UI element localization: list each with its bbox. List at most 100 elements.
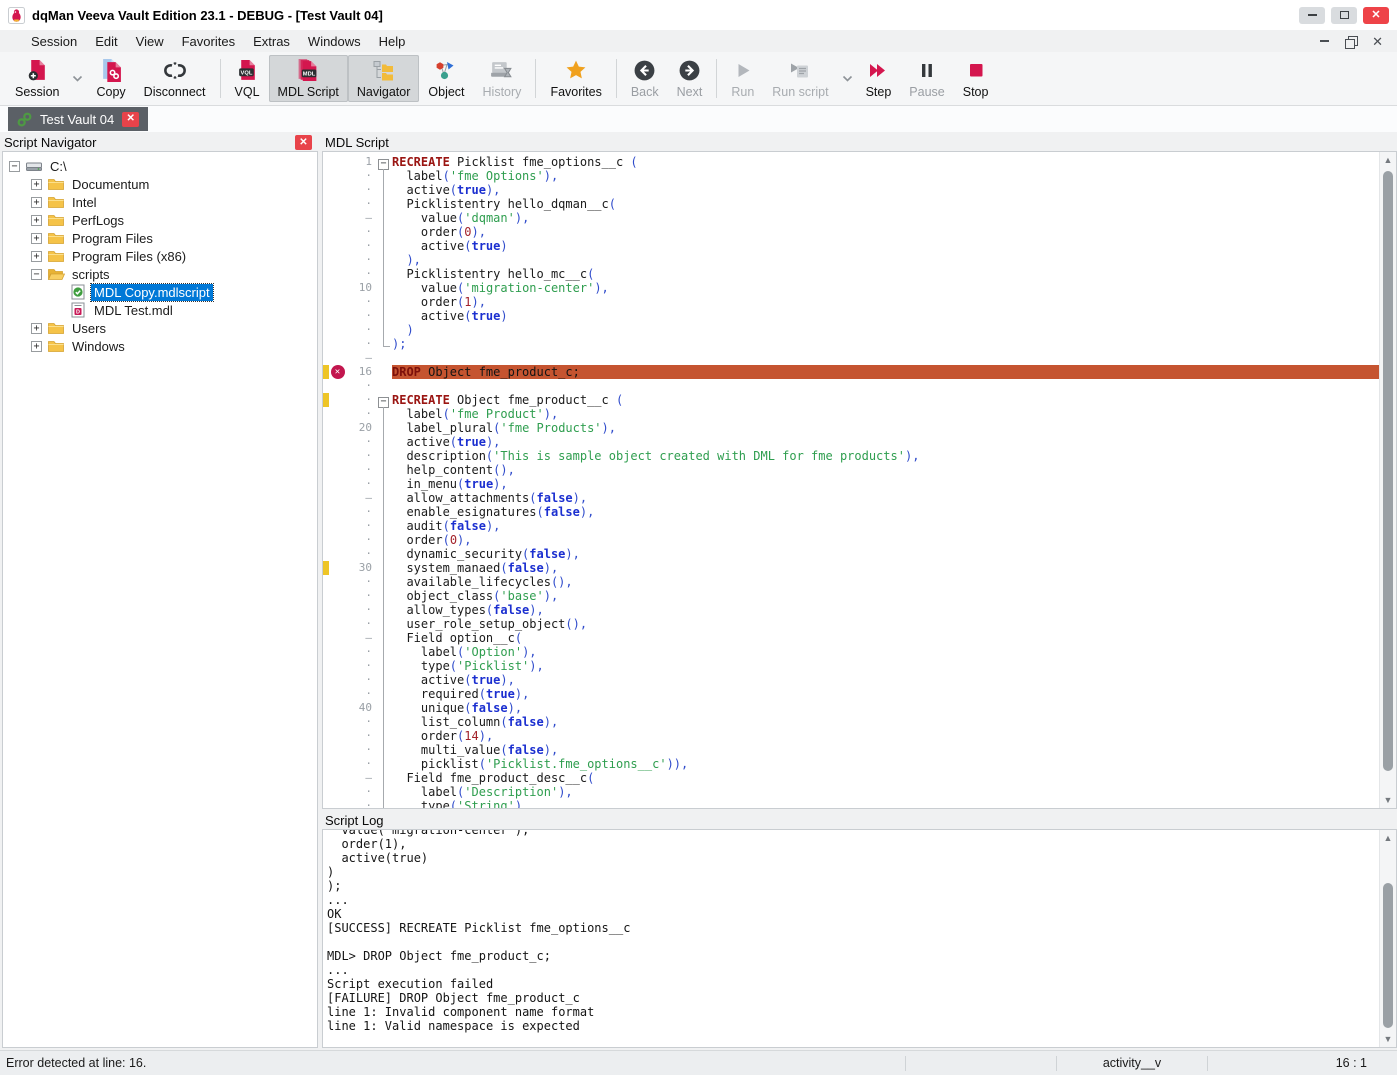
tree-expander-plus-icon[interactable]: + <box>31 341 42 352</box>
tree-expander-plus-icon[interactable]: + <box>31 197 42 208</box>
code-line[interactable]: · help_content(), <box>323 463 1379 477</box>
maximize-button[interactable] <box>1331 7 1357 24</box>
tree-expander-minus-icon[interactable]: − <box>31 269 42 280</box>
tab-close-button[interactable]: ✕ <box>122 112 139 127</box>
menu-windows[interactable]: Windows <box>299 32 370 51</box>
code-line[interactable]: · Picklistentry hello_dqman__c( <box>323 197 1379 211</box>
toolbar-button-mdl-script[interactable]: MDLMDL Script <box>269 55 348 102</box>
editor-scrollbar[interactable]: ▲ ▼ <box>1379 152 1396 808</box>
menu-view[interactable]: View <box>127 32 173 51</box>
code-line[interactable]: · list_column(false), <box>323 715 1379 729</box>
mdi-close-button[interactable]: ✕ <box>1372 35 1383 48</box>
toolbar-button-favorites[interactable]: Favorites <box>541 55 610 102</box>
code-line[interactable]: – value('dqman'), <box>323 211 1379 225</box>
code-line-error[interactable]: ✕16DROP Object fme_product_c; <box>323 365 1379 379</box>
mdi-minimize-button[interactable] <box>1320 40 1329 42</box>
tree-item-documentum[interactable]: +Documentum <box>3 175 317 193</box>
scroll-down-icon[interactable]: ▼ <box>1380 1031 1396 1047</box>
code-line[interactable]: · allow_types(false), <box>323 603 1379 617</box>
tree-item-perflogs[interactable]: +PerfLogs <box>3 211 317 229</box>
tree-expander-plus-icon[interactable]: + <box>31 179 42 190</box>
menu-edit[interactable]: Edit <box>86 32 126 51</box>
code-line[interactable]: · active(true), <box>323 183 1379 197</box>
code-line[interactable]: 30 system_manaed(false), <box>323 561 1379 575</box>
tree-item-mdl-test-mdl[interactable]: DMDL Test.mdl <box>3 301 317 319</box>
code-line[interactable]: · order(1), <box>323 295 1379 309</box>
code-line[interactable]: · order(0), <box>323 225 1379 239</box>
log-scrollbar[interactable]: ▲ ▼ <box>1379 830 1396 1047</box>
code-line[interactable]: · picklist('Picklist.fme_options__c')), <box>323 757 1379 771</box>
code-line[interactable]: · <box>323 379 1379 393</box>
tree-item-mdl-copy-mdlscript[interactable]: MDL Copy.mdlscript <box>3 283 317 301</box>
code-line[interactable]: 1−RECREATE Picklist fme_options__c ( <box>323 155 1379 169</box>
code-line[interactable]: 20 label_plural('fme Products'), <box>323 421 1379 435</box>
code-line[interactable]: · order(0), <box>323 533 1379 547</box>
code-line[interactable]: · ) <box>323 323 1379 337</box>
menu-help[interactable]: Help <box>370 32 415 51</box>
toolbar-button-pause[interactable]: Pause <box>900 55 953 102</box>
close-button[interactable]: ✕ <box>1363 7 1389 24</box>
code-line[interactable]: – allow_attachments(false), <box>323 491 1379 505</box>
tree-expander-minus-icon[interactable]: − <box>9 161 20 172</box>
code-line[interactable]: · label('Description'), <box>323 785 1379 799</box>
tree-item-program-files-x86[interactable]: +Program Files (x86) <box>3 247 317 265</box>
session-dropdown-chevron-icon[interactable] <box>68 54 87 103</box>
fold-collapse-icon[interactable]: − <box>376 393 392 407</box>
code-line[interactable]: ·−RECREATE Object fme_product__c ( <box>323 393 1379 407</box>
code-line[interactable]: · available_lifecycles(), <box>323 575 1379 589</box>
toolbar-button-vql[interactable]: VQLVQL <box>226 55 269 102</box>
tree-item-users[interactable]: +Users <box>3 319 317 337</box>
code-editor-area[interactable]: 1−RECREATE Picklist fme_options__c (· la… <box>323 152 1379 808</box>
menu-favorites[interactable]: Favorites <box>173 32 244 51</box>
script-log-area[interactable]: value('migration-center'), order(1), act… <box>323 829 1379 1047</box>
code-line[interactable]: · active(true) <box>323 239 1379 253</box>
minimize-button[interactable] <box>1299 7 1325 24</box>
code-line[interactable]: – Field fme_product_desc__c( <box>323 771 1379 785</box>
code-line[interactable]: · order(14), <box>323 729 1379 743</box>
scroll-up-icon[interactable]: ▲ <box>1380 152 1396 168</box>
menu-session[interactable]: Session <box>22 32 86 51</box>
tree-item-intel[interactable]: +Intel <box>3 193 317 211</box>
toolbar-button-copy[interactable]: Copy <box>87 55 134 102</box>
code-line[interactable]: · label('fme Options'), <box>323 169 1379 183</box>
code-line[interactable]: · active(true), <box>323 435 1379 449</box>
tree-item-scripts[interactable]: −scripts <box>3 265 317 283</box>
code-line[interactable]: · required(true), <box>323 687 1379 701</box>
code-line[interactable]: · label('Option'), <box>323 645 1379 659</box>
code-line[interactable]: · enable_esignatures(false), <box>323 505 1379 519</box>
toolbar-button-navigator[interactable]: Navigator <box>348 55 420 102</box>
toolbar-button-stop[interactable]: Stop <box>954 55 998 102</box>
code-line[interactable]: – <box>323 351 1379 365</box>
file-tree[interactable]: −C:\+Documentum+Intel+PerfLogs+Program F… <box>2 151 318 1048</box>
code-line[interactable]: · in_menu(true), <box>323 477 1379 491</box>
tree-expander-plus-icon[interactable]: + <box>31 215 42 226</box>
toolbar-button-disconnect[interactable]: Disconnect <box>135 55 215 102</box>
code-line[interactable]: · object_class('base'), <box>323 589 1379 603</box>
code-line[interactable]: · ), <box>323 253 1379 267</box>
tree-item-program-files[interactable]: +Program Files <box>3 229 317 247</box>
tree-expander-plus-icon[interactable]: + <box>31 323 42 334</box>
code-line[interactable]: 10 value('migration-center'), <box>323 281 1379 295</box>
toolbar-button-session[interactable]: Session <box>6 55 68 102</box>
scroll-down-icon[interactable]: ▼ <box>1380 792 1396 808</box>
scroll-up-icon[interactable]: ▲ <box>1380 830 1396 846</box>
code-line[interactable]: · Picklistentry hello_mc__c( <box>323 267 1379 281</box>
log-scrollbar-thumb[interactable] <box>1383 883 1393 1028</box>
tab-test-vault-04[interactable]: Test Vault 04 ✕ <box>8 107 148 131</box>
code-line[interactable]: ·); <box>323 337 1379 351</box>
tree-expander-plus-icon[interactable]: + <box>31 233 42 244</box>
menu-extras[interactable]: Extras <box>244 32 299 51</box>
editor-scrollbar-thumb[interactable] <box>1383 171 1393 771</box>
code-line[interactable]: · dynamic_security(false), <box>323 547 1379 561</box>
code-line[interactable]: · audit(false), <box>323 519 1379 533</box>
tree-item-windows[interactable]: +Windows <box>3 337 317 355</box>
code-line[interactable]: 40 unique(false), <box>323 701 1379 715</box>
tree-item-c[interactable]: −C:\ <box>3 157 317 175</box>
toolbar-button-object[interactable]: Object <box>419 55 473 102</box>
toolbar-button-step[interactable]: Step <box>857 55 901 102</box>
toolbar-button-next[interactable]: Next <box>668 55 712 102</box>
toolbar-button-back[interactable]: Back <box>622 55 668 102</box>
code-line[interactable]: · user_role_setup_object(), <box>323 617 1379 631</box>
code-line[interactable]: · active(true) <box>323 309 1379 323</box>
code-line[interactable]: · active(true), <box>323 673 1379 687</box>
